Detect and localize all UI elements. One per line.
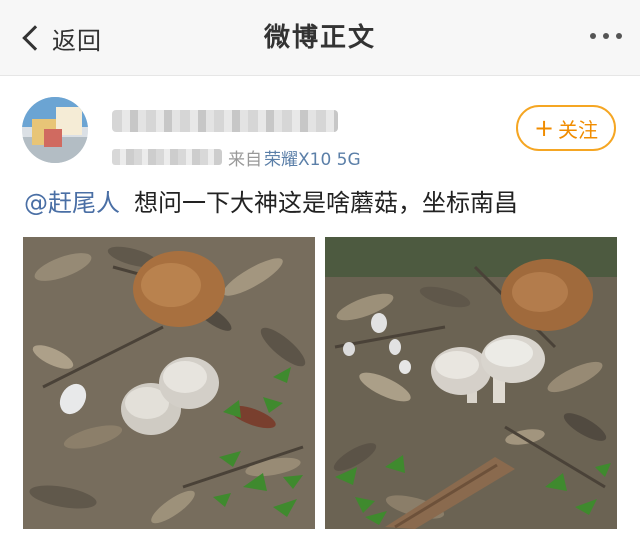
source-prefix: 来自 xyxy=(228,149,262,170)
timestamp-blurred xyxy=(112,149,222,165)
avatar[interactable] xyxy=(22,97,88,163)
mention-link[interactable]: @赶尾人 xyxy=(24,189,120,217)
post-image-1[interactable] xyxy=(23,237,315,529)
dot xyxy=(590,33,596,39)
weibo-post-page: 返回 微博正文 来自 荣耀X10 5G + 关注 @赶尾人 想问一下大神这是啥蘑菇… xyxy=(0,0,640,556)
follow-label: 关注 xyxy=(558,117,599,142)
username-blurred[interactable] xyxy=(112,110,338,132)
dot xyxy=(616,33,622,39)
dot xyxy=(603,33,609,39)
plus-icon: + xyxy=(533,114,555,142)
post-body: 想问一下大神这是啥蘑菇，坐标南昌 xyxy=(134,189,518,217)
post-meta: 来自 荣耀X10 5G xyxy=(112,146,361,170)
page-title: 微博正文 xyxy=(263,23,376,53)
post-image-2[interactable] xyxy=(325,237,617,529)
post-text: @赶尾人 想问一下大神这是啥蘑菇，坐标南昌 xyxy=(24,186,518,220)
nav-bar: 返回 微博正文 xyxy=(0,0,640,76)
follow-button[interactable]: + 关注 xyxy=(516,105,616,151)
mushroom-photo-1 xyxy=(23,237,315,529)
mushroom-photo-2 xyxy=(325,237,617,529)
more-dots-icon[interactable] xyxy=(590,33,622,39)
source-device: 荣耀X10 5G xyxy=(264,149,361,170)
